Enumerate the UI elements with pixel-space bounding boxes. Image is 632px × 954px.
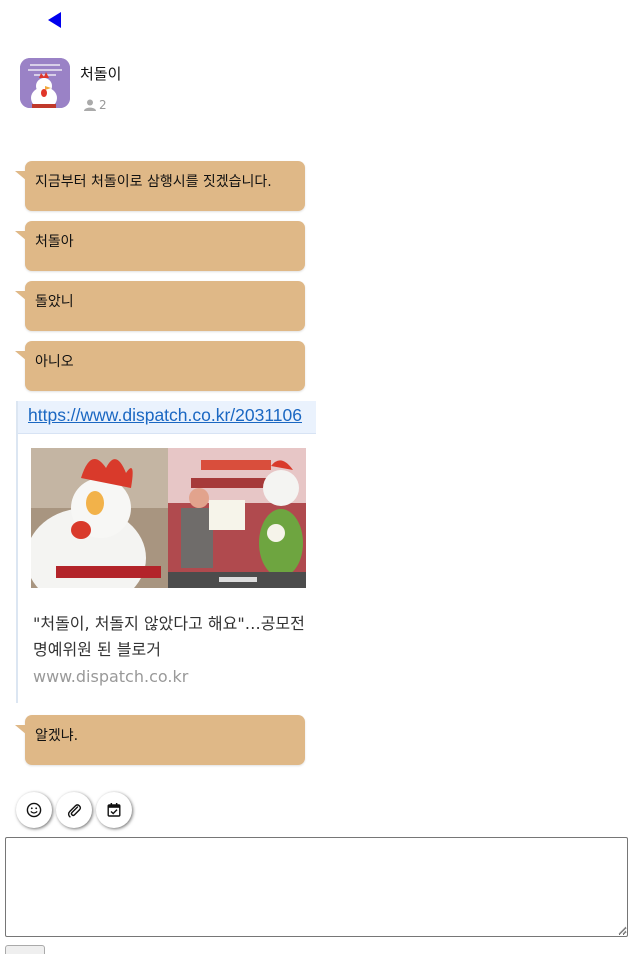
rooster-mascot-photo (31, 448, 306, 588)
message-bubble[interactable]: 알겠냐. (15, 715, 305, 765)
message-input[interactable] (5, 837, 628, 937)
link-preview-card[interactable]: https://www.dispatch.co.kr/2031106 "처돌이,… (16, 401, 316, 703)
rooster-mascot-avatar (20, 58, 70, 108)
message-bubble[interactable]: 아니오 (15, 341, 305, 391)
message-text: 지금부터 처돌이로 삼행시를 짓겠습니다. (15, 161, 305, 211)
message-text: 알겠냐. (15, 715, 305, 765)
message-bubble[interactable]: 지금부터 처돌이로 삼행시를 짓겠습니다. (15, 161, 305, 211)
link-domain: www.dispatch.co.kr (33, 667, 189, 686)
link-url[interactable]: https://www.dispatch.co.kr/2031106 (18, 401, 316, 434)
message-text: 아니오 (15, 341, 305, 391)
member-count: 2 (84, 98, 107, 112)
message-bubble[interactable]: 처돌아 (15, 221, 305, 271)
paperclip-icon (67, 804, 82, 818)
smiley-icon (26, 802, 42, 818)
schedule-button[interactable] (96, 792, 132, 828)
message-text: 처돌아 (15, 221, 305, 271)
member-count-value: 2 (99, 98, 107, 112)
room-avatar[interactable] (20, 58, 70, 108)
message-bubble[interactable]: 돌았니 (15, 281, 305, 331)
calendar-check-icon (107, 803, 121, 817)
link-thumbnail[interactable] (31, 448, 306, 588)
emoji-button[interactable] (16, 792, 52, 828)
back-button[interactable] (46, 10, 64, 30)
composer-toolbar (16, 792, 132, 828)
chat-header: 처돌이 2 (20, 58, 320, 114)
link-title[interactable]: "처돌이, 처돌지 않았다고 해요"…공모전 명예위원 된 블로거 (33, 611, 308, 663)
room-title: 처돌이 (80, 65, 122, 83)
resize-grip-icon[interactable] (617, 925, 627, 935)
attach-button[interactable] (56, 792, 92, 828)
person-icon (84, 99, 96, 111)
send-button[interactable] (5, 945, 45, 954)
message-text: 돌았니 (15, 281, 305, 331)
back-arrow-icon (48, 12, 61, 28)
